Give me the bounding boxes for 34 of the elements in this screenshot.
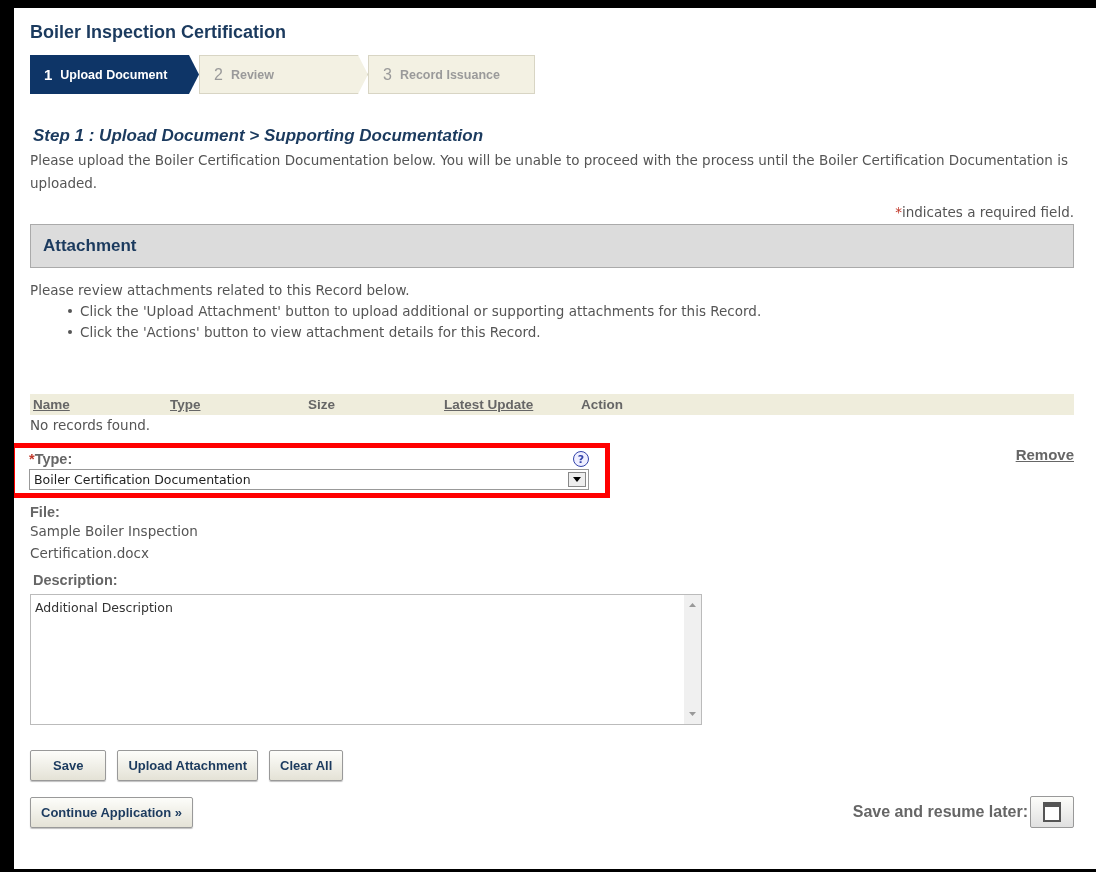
- column-header[interactable]: Type: [170, 397, 308, 412]
- description-field[interactable]: Additional Description: [30, 594, 702, 725]
- step-heading: Step 1 : Upload Document > Supporting Documentation: [32, 126, 485, 146]
- caret-icon: [568, 472, 586, 487]
- description-label: Description:: [32, 572, 119, 588]
- step-tab[interactable]: 1 Upload Document: [30, 55, 199, 94]
- file-label: File:: [30, 504, 61, 520]
- section-title: Attachment: [43, 236, 137, 256]
- save-later-label: Save and resume later:: [852, 803, 1028, 821]
- required-note: *indicates a required field.: [895, 204, 1074, 220]
- bullet-text: Click the 'Actions' button to view attachment details for this Record.: [80, 324, 541, 340]
- type-label: *Type:: [29, 451, 73, 467]
- intro-text: Please upload the Boiler Certification Documentation below. You will be unable to proceed with the process until the Boiler Certification Documentation is uploaded.: [30, 151, 1069, 193]
- action-button[interactable]: Clear All: [269, 750, 344, 781]
- save-button[interactable]: [1030, 796, 1074, 828]
- page-title: Boiler Inspection Certification: [30, 22, 288, 43]
- column-header[interactable]: Name: [33, 397, 170, 412]
- column-header[interactable]: Latest Update: [444, 397, 581, 412]
- bullet-icon: [68, 309, 72, 313]
- empty-message: No records found.: [30, 417, 152, 433]
- type-select[interactable]: Boiler Certification Documentation: [29, 469, 589, 490]
- action-button[interactable]: Upload Attachment: [117, 750, 259, 781]
- file-name: Sample Boiler Inspection Certification.docx: [30, 522, 199, 563]
- action-button[interactable]: Save: [30, 750, 107, 781]
- column-header: Action: [581, 397, 624, 412]
- column-header: Size: [308, 397, 336, 412]
- help-icon[interactable]: ?: [573, 451, 589, 467]
- bullet-icon: [68, 330, 72, 334]
- section-intro: Please review attachments related to this Record below.: [30, 282, 411, 298]
- scrollbar[interactable]: [684, 595, 701, 724]
- continue-button[interactable]: Continue Application »: [30, 796, 194, 828]
- bullet-text: Click the 'Upload Attachment' button to upload additional or supporting attachments for this Record.: [80, 303, 762, 319]
- window-icon: [1043, 802, 1061, 822]
- remove-link[interactable]: Remove: [1015, 446, 1074, 463]
